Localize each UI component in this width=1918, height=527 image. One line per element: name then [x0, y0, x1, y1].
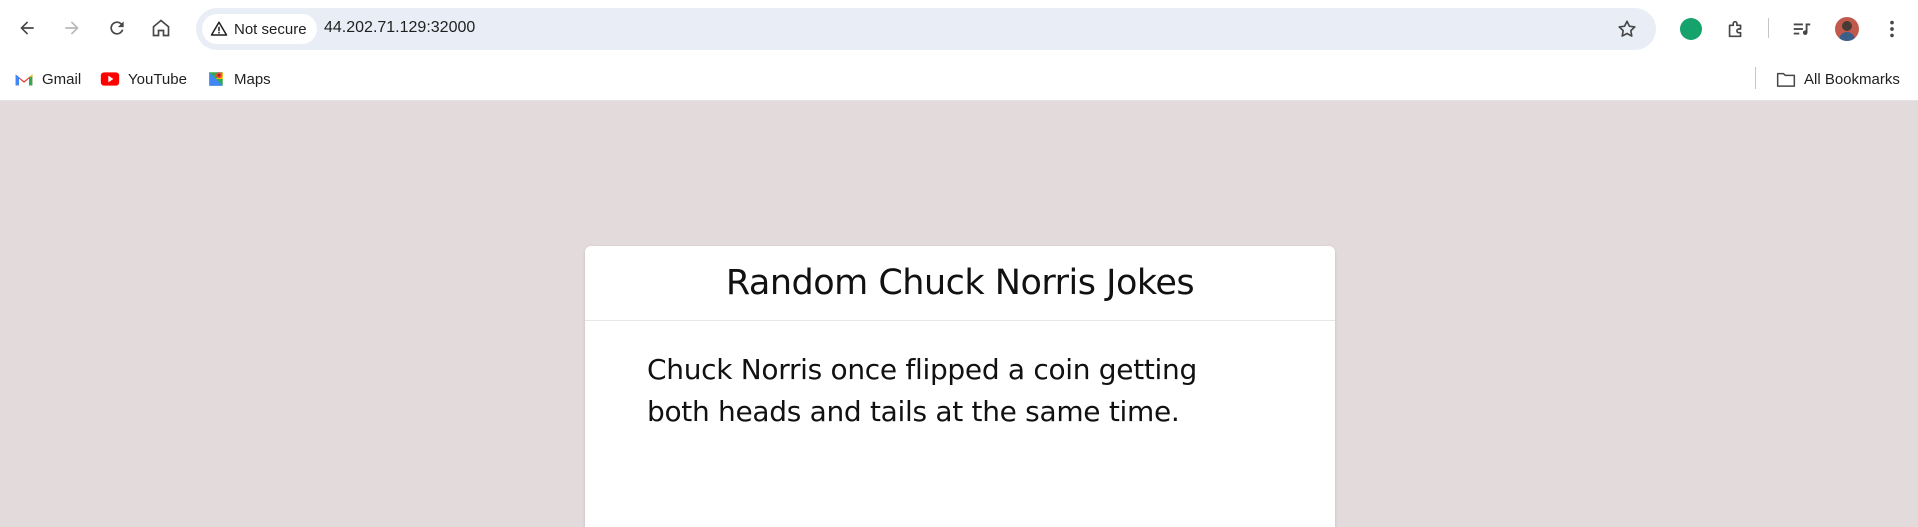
bookmarks-divider	[1755, 67, 1756, 89]
all-bookmarks-label: All Bookmarks	[1804, 70, 1900, 88]
home-button[interactable]	[144, 11, 178, 45]
url-text[interactable]: 44.202.71.129:32000	[324, 19, 475, 37]
forward-button[interactable]	[55, 11, 89, 45]
joke-card: Random Chuck Norris Jokes Chuck Norris o…	[585, 246, 1335, 527]
bookmark-maps[interactable]: Maps	[206, 66, 271, 92]
home-icon	[152, 19, 170, 37]
extensions-icon	[1728, 20, 1742, 38]
bookmark-gmail[interactable]: Gmail	[14, 66, 81, 92]
security-label: Not secure	[234, 20, 307, 38]
warning-icon	[210, 21, 228, 36]
joke-text: Chuck Norris once flipped a coin getting…	[647, 353, 1197, 428]
toolbar-divider	[1768, 18, 1769, 38]
reload-icon	[110, 21, 124, 35]
bookmark-youtube[interactable]: YouTube	[100, 66, 187, 92]
address-bar[interactable]: Not secure 44.202.71.129:32000	[196, 8, 1656, 50]
back-icon	[20, 21, 34, 35]
forward-icon	[65, 21, 79, 35]
all-bookmarks-button[interactable]: All Bookmarks	[1776, 66, 1900, 92]
page-title: Random Chuck Norris Jokes	[725, 263, 1195, 303]
youtube-icon	[100, 71, 120, 87]
grammarly-extension[interactable]	[1678, 16, 1704, 42]
profile-avatar	[1835, 17, 1859, 41]
menu-button[interactable]	[1879, 16, 1905, 42]
profile-button[interactable]	[1834, 16, 1860, 42]
gmail-icon	[14, 71, 34, 87]
star-icon[interactable]	[1616, 18, 1638, 40]
back-button[interactable]	[10, 11, 44, 45]
menu-icon	[1890, 20, 1894, 38]
maps-icon	[206, 71, 226, 87]
bookmark-label: Maps	[234, 70, 271, 88]
card-body: Chuck Norris once flipped a coin getting…	[585, 321, 1335, 461]
folder-icon	[1776, 71, 1796, 87]
bookmark-label: Gmail	[42, 70, 82, 88]
security-chip[interactable]: Not secure	[202, 14, 317, 44]
card-header: Random Chuck Norris Jokes	[585, 246, 1335, 321]
bookmarks-bar: Gmail YouTube Maps All Bookmarks	[0, 57, 1918, 101]
browser-toolbar: Not secure 44.202.71.129:32000	[0, 0, 1918, 57]
bookmark-label: YouTube	[128, 70, 187, 88]
reading-list-button[interactable]	[1789, 16, 1815, 42]
grammarly-icon	[1680, 18, 1702, 40]
reading-list-icon	[1793, 23, 1811, 35]
reload-button[interactable]	[100, 11, 134, 45]
extensions-button[interactable]	[1723, 16, 1749, 42]
